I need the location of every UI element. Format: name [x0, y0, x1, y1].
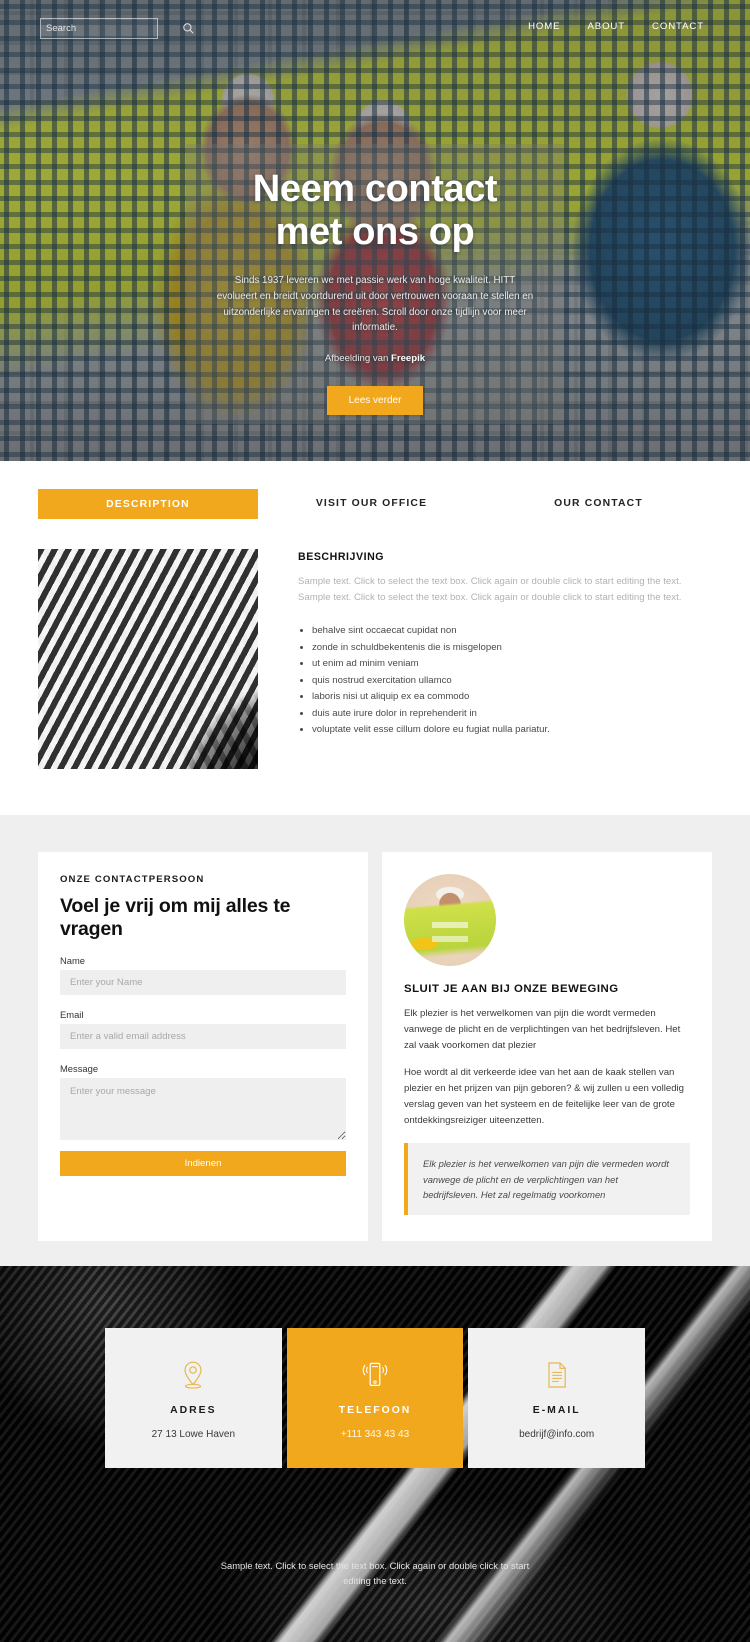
credit-prefix: Afbeelding van	[324, 353, 391, 365]
form-title: Voel je vrij om mij alles te vragen	[60, 895, 291, 940]
architecture-photo	[38, 549, 258, 769]
page-title: Neem contact met ons op	[0, 168, 750, 254]
hero-title-line-2: met ons op	[275, 210, 475, 253]
search-input[interactable]	[41, 23, 183, 34]
hero-subtitle: Sinds 1937 leveren we met passie werk va…	[216, 274, 534, 334]
message-textarea[interactable]	[60, 1078, 346, 1140]
info-card-value: +111 343 43 43	[340, 1429, 410, 1441]
list-item: zonde in schuldbekentenis die is misgelo…	[312, 640, 712, 657]
mobile-phone-icon	[297, 1358, 454, 1392]
movement-paragraph-2: Hoe wordt al dit verkeerde idee van het …	[404, 1066, 684, 1126]
info-card-value: bedrijf@info.com	[519, 1429, 595, 1441]
contact-section: ONZE CONTACTPERSOON Voel je vrij om mij …	[0, 815, 750, 1267]
info-card-label: ADRES	[170, 1405, 217, 1417]
message-field-group: Message	[60, 1063, 346, 1140]
list-item: behalve sint occaecat cupidat non	[312, 623, 712, 640]
tab-panel-description: BESCHRIJVING Sample text. Click to selec…	[38, 549, 712, 769]
name-input[interactable]	[60, 970, 346, 995]
list-item: quis nostrud exercitation ullamco	[312, 673, 712, 690]
message-field-label: Message	[60, 1063, 99, 1074]
list-item: voluptate velit esse cillum dolore eu fu…	[312, 722, 712, 739]
credit-source: Freepik	[391, 353, 426, 365]
read-more-button[interactable]: Lees verder	[326, 386, 424, 416]
tab-our-contact[interactable]: OUR CONTACT	[485, 489, 712, 509]
hero-title-line-1: Neem contact	[252, 168, 498, 210]
info-card-label: TELEFOON	[338, 1405, 412, 1417]
list-item: ut enim ad minim veniam	[312, 656, 712, 673]
info-card-value: 27 13 Lowe Haven	[151, 1429, 236, 1441]
movement-card: SLUIT JE AAN BIJ ONZE BEWEGING Elk plezi…	[382, 852, 712, 1242]
info-card-label: E-MAIL	[532, 1405, 581, 1417]
search-box[interactable]	[40, 18, 194, 39]
contact-form-card: ONZE CONTACTPERSOON Voel je vrij om mij …	[38, 852, 368, 1242]
tab-bar[interactable]: DESCRIPTION VISIT OUR OFFICE OUR CONTACT	[38, 489, 712, 519]
movement-paragraph-1: Elk plezier is het verwelkomen van pijn …	[404, 1008, 681, 1051]
document-icon	[478, 1358, 635, 1392]
panel-bullet-list: behalve sint occaecat cupidat non zonde …	[312, 623, 712, 739]
info-card-address[interactable]: ADRES 27 13 Lowe Haven	[105, 1328, 282, 1469]
submit-button[interactable]: Indienen	[60, 1151, 346, 1176]
hero-section: HOME ABOUT CONTACT Neem contact met ons …	[0, 0, 750, 461]
avatar	[404, 874, 496, 966]
list-item: laboris nisi ut aliquip ex ea commodo	[312, 689, 712, 706]
tab-description[interactable]: DESCRIPTION	[38, 489, 258, 519]
info-card-phone[interactable]: TELEFOON +111 343 43 43	[286, 1328, 464, 1469]
description-section: DESCRIPTION VISIT OUR OFFICE OUR CONTACT…	[0, 461, 750, 815]
info-cards-section: ADRES 27 13 Lowe Haven TELEFOON +111 343…	[0, 1266, 750, 1642]
form-eyebrow: ONZE CONTACTPERSOON	[60, 874, 205, 885]
footer-note: Sample text. Click to select the text bo…	[220, 1560, 530, 1587]
movement-quote: Elk plezier is het verwelkomen van pijn …	[404, 1143, 690, 1216]
tab-visit-our-office[interactable]: VISIT OUR OFFICE	[258, 489, 485, 509]
map-pin-icon	[115, 1358, 272, 1392]
email-field-group: Email	[60, 1009, 346, 1049]
top-bar: HOME ABOUT CONTACT	[0, 0, 750, 58]
nav-item-about[interactable]: ABOUT	[587, 21, 625, 32]
panel-paragraph: Sample text. Click to select the text bo…	[298, 576, 682, 603]
nav-item-home[interactable]: HOME	[528, 21, 560, 32]
hero-image-credit: Afbeelding van Freepik	[0, 353, 750, 364]
list-item: duis aute irure dolor in reprehenderit i…	[312, 706, 712, 723]
info-card-email[interactable]: E-MAIL bedrijf@info.com	[468, 1328, 646, 1469]
main-navigation[interactable]: HOME ABOUT CONTACT	[528, 21, 704, 32]
email-field-label: Email	[60, 1009, 84, 1020]
search-icon[interactable]	[183, 23, 194, 34]
panel-heading: BESCHRIJVING	[298, 551, 385, 563]
hero-content: Neem contact met ons op Sinds 1937 lever…	[0, 168, 750, 416]
movement-title: SLUIT JE AAN BIJ ONZE BEWEGING	[404, 983, 619, 995]
email-input[interactable]	[60, 1024, 346, 1049]
name-field-label: Name	[60, 955, 86, 966]
info-cards-row: ADRES 27 13 Lowe Haven TELEFOON +111 343…	[105, 1328, 646, 1469]
name-field-group: Name	[60, 955, 346, 995]
nav-item-contact[interactable]: CONTACT	[652, 21, 704, 32]
